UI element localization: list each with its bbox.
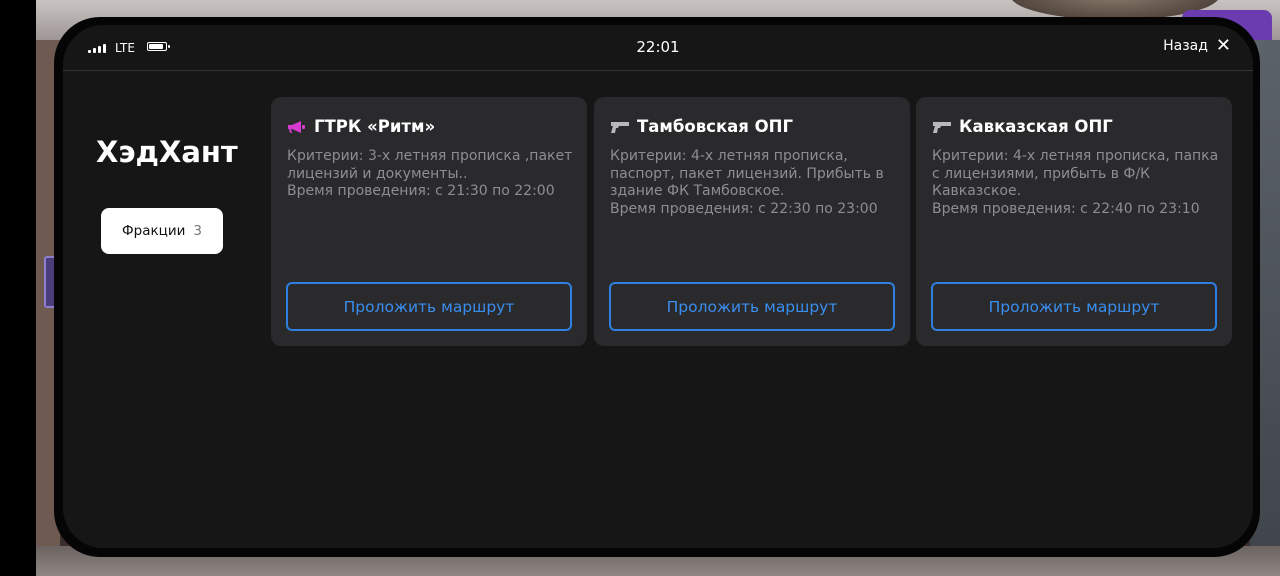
back-label: Назад bbox=[1163, 38, 1208, 54]
card-header: ГТРК «Ритм» bbox=[287, 117, 435, 136]
gun-icon bbox=[611, 121, 629, 133]
phone-screen: LTE 22:01 Назад ✕ ХэдХант Фракции 3 ГТРК… bbox=[63, 25, 1253, 548]
card-header: Тамбовская ОПГ bbox=[610, 117, 793, 136]
gun-icon bbox=[933, 121, 951, 133]
status-time: 22:01 bbox=[636, 38, 680, 56]
status-bar: LTE 22:01 Назад ✕ bbox=[63, 25, 1253, 71]
tab-label: Фракции bbox=[122, 223, 186, 239]
faction-card: ГТРК «Ритм» Критерии: 3-х летняя прописк… bbox=[271, 97, 587, 346]
tab-factions[interactable]: Фракции 3 bbox=[101, 208, 223, 254]
route-button[interactable]: Проложить маршрут bbox=[286, 282, 572, 331]
card-title: Кавказская ОПГ bbox=[959, 117, 1113, 136]
megaphone-icon bbox=[288, 120, 305, 133]
card-criteria: Критерии: 3-х летняя прописка ,пакет лиц… bbox=[287, 148, 573, 182]
faction-card: Кавказская ОПГ Критерии: 4-х летняя проп… bbox=[916, 97, 1232, 346]
card-description: Критерии: 3-х летняя прописка ,пакет лиц… bbox=[287, 148, 577, 201]
card-description: Критерии: 4-х летняя прописка, папка с л… bbox=[932, 148, 1222, 218]
close-icon[interactable]: ✕ bbox=[1216, 37, 1231, 55]
route-button[interactable]: Проложить маршрут bbox=[609, 282, 895, 331]
card-criteria: Критерии: 4-х летняя прописка, папка с л… bbox=[932, 148, 1219, 199]
card-description: Критерии: 4-х летняя прописка, паспорт, … bbox=[610, 148, 900, 218]
card-time: Время проведения: с 21:30 по 22:00 bbox=[287, 183, 555, 199]
faction-card: Тамбовская ОПГ Критерии: 4-х летняя проп… bbox=[594, 97, 910, 346]
route-button[interactable]: Проложить маршрут bbox=[931, 282, 1217, 331]
card-title: Тамбовская ОПГ bbox=[637, 117, 793, 136]
card-time: Время проведения: с 22:40 по 23:10 bbox=[932, 200, 1200, 217]
app-title: ХэдХант bbox=[96, 135, 238, 169]
back-button[interactable]: Назад ✕ bbox=[1163, 37, 1231, 55]
card-criteria: Критерии: 4-х летняя прописка, паспорт, … bbox=[610, 148, 884, 199]
card-title: ГТРК «Ритм» bbox=[314, 117, 436, 136]
card-time: Время проведения: с 22:30 по 23:00 bbox=[610, 200, 878, 217]
card-header: Кавказская ОПГ bbox=[932, 117, 1113, 136]
tab-count: 3 bbox=[193, 223, 202, 239]
